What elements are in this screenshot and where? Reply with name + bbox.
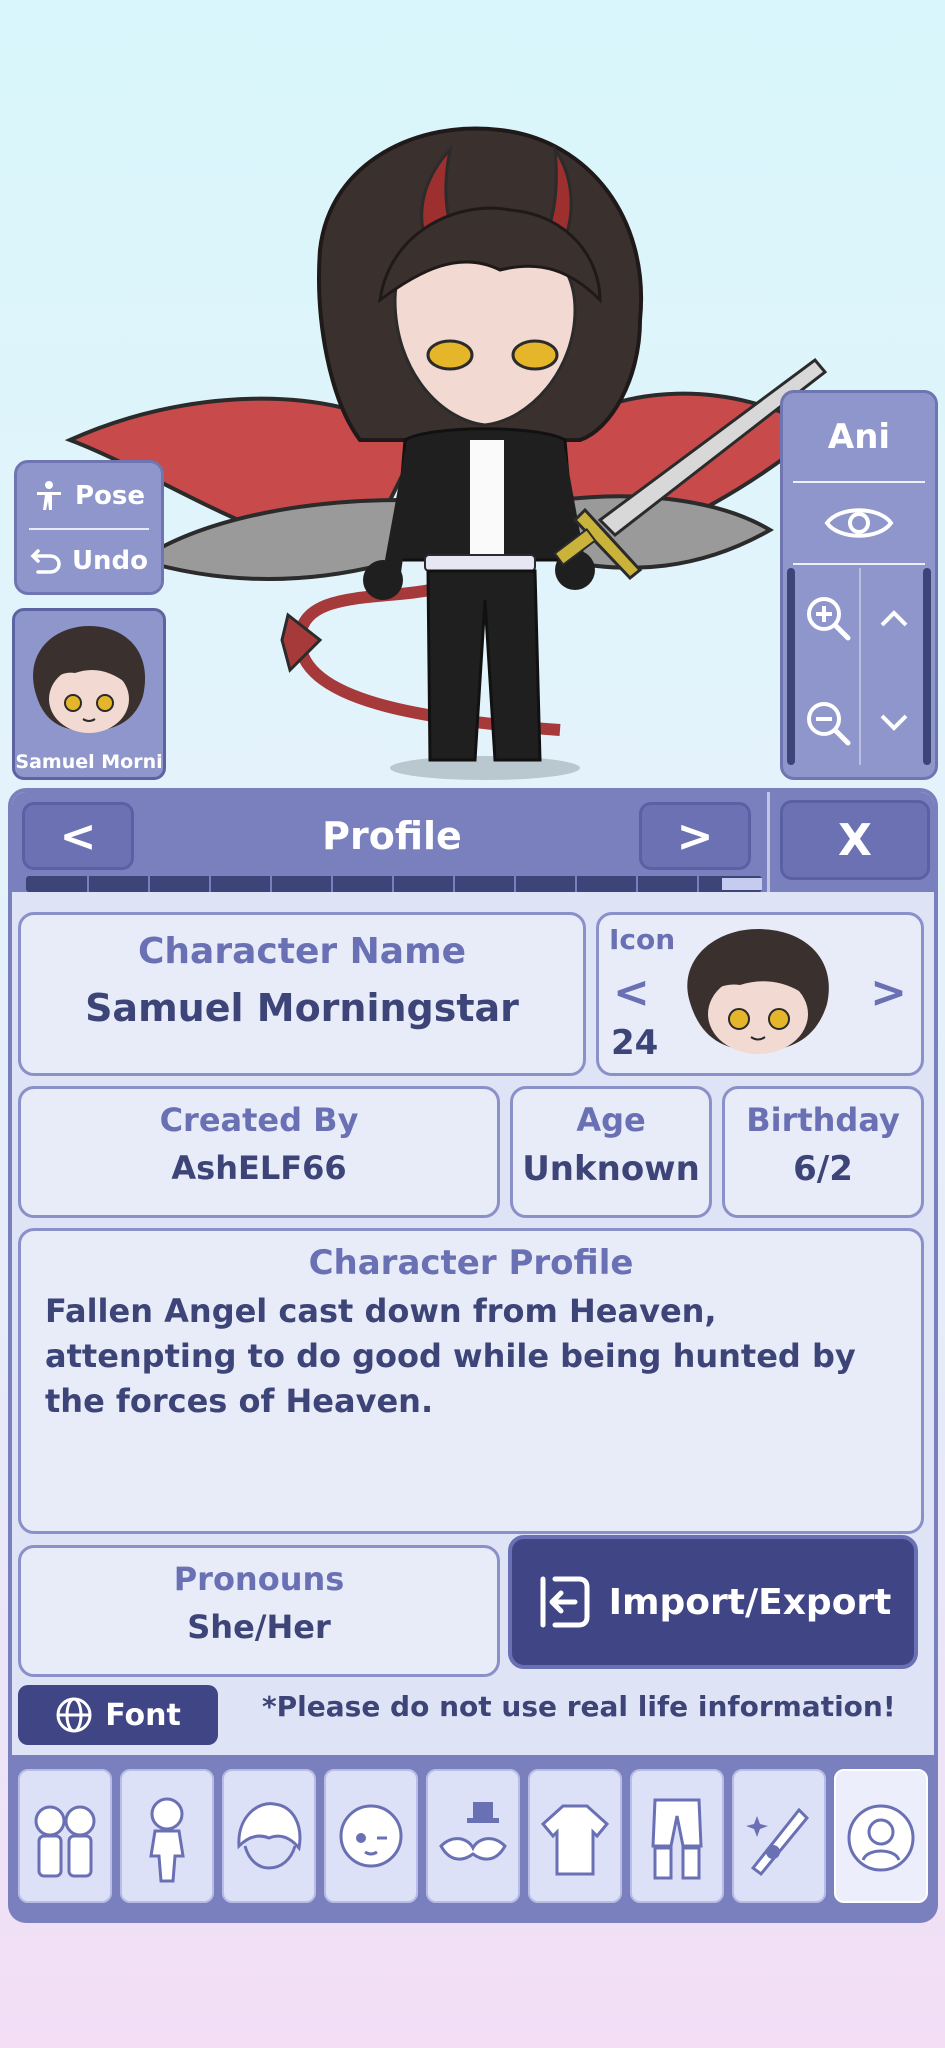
tab-profile[interactable]	[834, 1769, 928, 1903]
profile-icon	[847, 1804, 915, 1872]
import-export-button[interactable]: Import/Export	[508, 1535, 918, 1669]
zoom-in-button[interactable]	[797, 573, 859, 663]
import-export-label: Import/Export	[608, 1581, 892, 1623]
created-by-card[interactable]: Created By AshELF66	[18, 1086, 500, 1218]
divider	[793, 481, 925, 483]
characters-icon	[34, 1805, 96, 1878]
bottom-icon	[651, 1798, 703, 1880]
character-profile-label: Character Profile	[308, 1243, 634, 1283]
face-icon	[339, 1804, 403, 1868]
chevron-up-icon	[880, 610, 908, 627]
icon-card: Icon < > 24	[596, 912, 924, 1076]
zoom-out-button[interactable]	[797, 678, 859, 768]
pronouns-label: Pronouns	[173, 1560, 345, 1598]
page-progress-bar	[26, 876, 762, 892]
undo-button[interactable]: Undo	[17, 530, 161, 592]
undo-label: Undo	[71, 546, 149, 576]
top-icon	[540, 1804, 610, 1876]
birthday-card[interactable]: Birthday 6/2	[722, 1086, 924, 1218]
zoom-in-icon	[807, 597, 851, 641]
body-icon	[149, 1797, 185, 1883]
tab-bottom[interactable]	[630, 1769, 724, 1903]
close-button[interactable]: X	[780, 800, 930, 880]
progress-indicator	[722, 878, 762, 890]
globe-icon	[56, 1697, 92, 1733]
tab-top[interactable]	[528, 1769, 622, 1903]
move-up-button[interactable]	[863, 573, 925, 663]
prev-button[interactable]: <	[22, 802, 134, 870]
tab-hair[interactable]	[222, 1769, 316, 1903]
age-label: Age	[576, 1101, 646, 1139]
font-button[interactable]: Font	[18, 1685, 218, 1745]
undo-icon	[30, 549, 61, 574]
accessories-icon	[439, 1802, 507, 1861]
panel-header: < Profile > X	[12, 792, 934, 892]
age-value: Unknown	[522, 1149, 700, 1189]
privacy-note: *Please do not use real life information…	[262, 1690, 896, 1723]
character-profile-card[interactable]: Character Profile Fallen Angel cast down…	[18, 1228, 924, 1534]
font-label: Font	[105, 1697, 181, 1733]
character-name-label: Character Name	[138, 931, 466, 972]
zoom-out-icon	[807, 702, 851, 746]
props-icon	[746, 1807, 810, 1877]
icon-prev-button[interactable]: <	[613, 967, 650, 1018]
divider	[793, 563, 925, 565]
character-thumbnail[interactable]: Samuel Morni	[12, 608, 166, 780]
hair-icon	[237, 1802, 302, 1870]
visibility-button[interactable]	[783, 487, 935, 559]
character-head-icon	[33, 626, 146, 733]
move-down-button[interactable]	[863, 678, 925, 768]
zoom-track-left[interactable]	[787, 568, 795, 765]
category-tab-bar	[8, 1755, 938, 1923]
created-by-label: Created By	[159, 1101, 359, 1139]
page-title: Profile	[322, 814, 462, 858]
pose-icon	[36, 481, 61, 510]
tab-body[interactable]	[120, 1769, 214, 1903]
created-by-value: AshELF66	[171, 1149, 347, 1187]
divider	[859, 568, 861, 765]
pose-undo-panel: Pose Undo	[14, 460, 164, 595]
character-name-card[interactable]: Character Name Samuel Morningstar	[18, 912, 586, 1076]
camera-controls: Ani	[780, 390, 938, 780]
pronouns-card[interactable]: Pronouns She/Her	[18, 1545, 500, 1677]
pronouns-value: She/Her	[187, 1608, 331, 1646]
icon-next-button[interactable]: >	[870, 967, 907, 1018]
birthday-label: Birthday	[746, 1101, 900, 1139]
tab-props[interactable]	[732, 1769, 826, 1903]
character-profile-text: Fallen Angel cast down from Heaven, atte…	[45, 1292, 856, 1420]
pose-label: Pose	[74, 481, 146, 511]
header-divider	[767, 792, 770, 892]
age-card[interactable]: Age Unknown	[510, 1086, 712, 1218]
character-thumb-name: Samuel Morni	[15, 751, 163, 773]
character-name-value: Samuel Morningstar	[85, 986, 519, 1030]
pose-button[interactable]: Pose	[17, 465, 161, 527]
ani-button[interactable]: Ani	[783, 393, 935, 481]
tab-characters[interactable]	[18, 1769, 112, 1903]
icon-number: 24	[611, 1023, 659, 1063]
next-button[interactable]: >	[639, 802, 751, 870]
tab-face[interactable]	[324, 1769, 418, 1903]
character-icon-preview	[687, 929, 829, 1054]
import-icon	[540, 1576, 590, 1628]
tab-accessories[interactable]	[426, 1769, 520, 1903]
birthday-value: 6/2	[793, 1149, 853, 1189]
chevron-down-icon	[880, 714, 908, 731]
eye-icon	[824, 508, 894, 538]
